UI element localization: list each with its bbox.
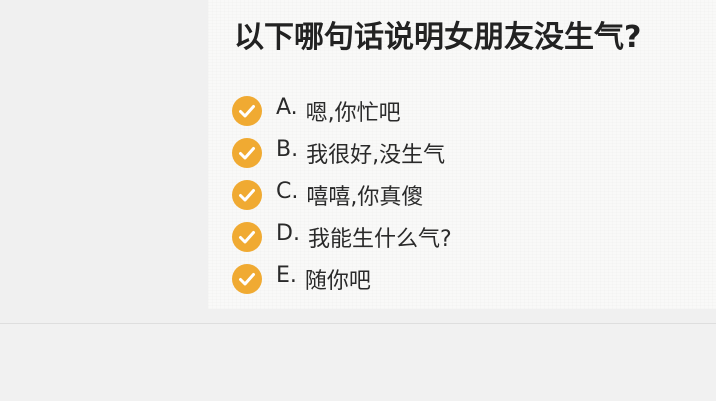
- option-d[interactable]: D. 我能生什么气?: [232, 216, 452, 258]
- option-letter: E.: [276, 263, 297, 288]
- option-letter: D.: [276, 221, 300, 246]
- check-circle-icon: [232, 180, 262, 210]
- option-e[interactable]: E. 随你吧: [232, 258, 452, 300]
- option-letter: A.: [276, 95, 298, 120]
- check-circle-icon: [232, 264, 262, 294]
- bottom-blank-area: [0, 323, 716, 401]
- option-label: 我能生什么气?: [307, 227, 452, 252]
- option-label: 我很好,没生气: [306, 143, 446, 168]
- option-label: 随你吧: [304, 269, 371, 294]
- option-label: 嗯,你忙吧: [305, 101, 401, 126]
- option-b[interactable]: B. 我很好,没生气: [232, 132, 452, 174]
- question-title: 以下哪句话说明女朋友没生气?: [234, 20, 642, 55]
- check-circle-icon: [232, 96, 262, 126]
- option-c[interactable]: C. 嘻嘻,你真傻: [232, 174, 452, 216]
- check-circle-icon: [232, 222, 262, 252]
- check-circle-icon: [232, 138, 262, 168]
- options-list: A. 嗯,你忙吧 B. 我很好,没生气 C. 嘻嘻,你真傻 D. 我能生什么气?…: [232, 90, 452, 300]
- option-letter: B.: [276, 137, 299, 162]
- option-a[interactable]: A. 嗯,你忙吧: [232, 90, 452, 132]
- quiz-card: 以下哪句话说明女朋友没生气? A. 嗯,你忙吧 B. 我很好,没生气 C. 嘻嘻…: [208, 0, 716, 309]
- option-letter: C.: [276, 179, 299, 204]
- option-label: 嘻嘻,你真傻: [306, 185, 424, 210]
